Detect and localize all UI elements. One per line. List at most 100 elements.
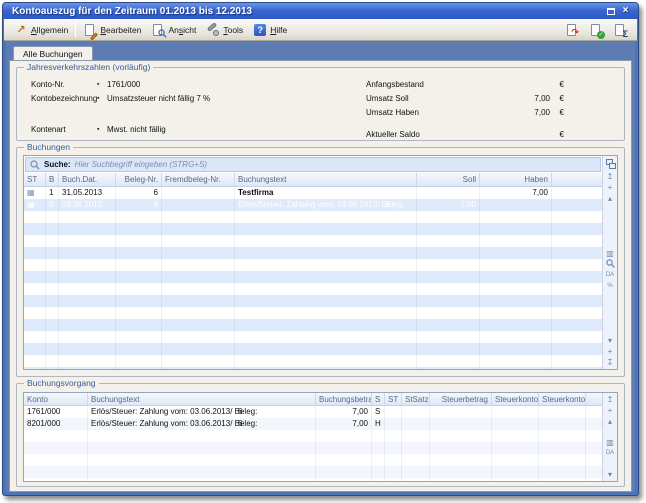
empty-booking-row[interactable] — [24, 223, 602, 235]
scroll-up-icon[interactable]: ▴ — [608, 193, 612, 204]
group-buchungsvorgang: Buchungsvorgang Konto Buchungstext Buchu… — [16, 383, 625, 487]
kontobezeichnung-value: Umsatzsteuer nicht fällig 7 % — [107, 94, 210, 103]
insert-row-icon[interactable]: + — [608, 405, 613, 416]
currency-symbol: € — [550, 94, 564, 103]
tab-bar: Alle Buchungen — [9, 44, 632, 60]
menu-hilfe[interactable]: ? Hilfe — [248, 21, 292, 39]
bookings-header-row[interactable]: ST B Buch.Dat. Beleg-Nr. Fremdbeleg-Nr. … — [24, 173, 602, 187]
window-title: Kontoauszug für den Zeitraum 01.2013 bis… — [12, 6, 252, 17]
search-bar[interactable]: Suche: Hier Suchbegriff eingeben (STRG+S… — [25, 157, 601, 172]
group-buchungen: Buchungen Suche: Hier Suchbegriff eingeb… — [16, 147, 625, 377]
title-bar[interactable]: Kontoauszug für den Zeitraum 01.2013 bis… — [3, 3, 638, 19]
empty-booking-row[interactable] — [24, 343, 602, 355]
menu-ansicht[interactable]: Ansicht — [146, 21, 201, 39]
goto-first-icon[interactable]: ↥ — [607, 171, 614, 182]
close-button[interactable]: × — [619, 5, 632, 17]
toolbar-ok-button[interactable]: ✓ — [584, 21, 608, 39]
restore-icon — [607, 8, 615, 15]
empty-transaction-row[interactable] — [24, 454, 602, 466]
konto-nr-value: 1761/000 — [107, 80, 140, 89]
empty-booking-row[interactable] — [24, 247, 602, 259]
empty-booking-row[interactable] — [24, 259, 602, 271]
field-bullet: ▪ — [97, 95, 107, 102]
app-window: Kontoauszug für den Zeitraum 01.2013 bis… — [2, 2, 639, 496]
column-chooser-icon[interactable] — [606, 159, 615, 168]
goto-last-icon[interactable]: ↧ — [607, 357, 614, 368]
empty-transaction-row[interactable] — [24, 430, 602, 442]
field-bullet: ▪ — [97, 126, 107, 133]
empty-transaction-row[interactable] — [24, 442, 602, 454]
tools-icon — [206, 23, 220, 37]
empty-booking-row[interactable] — [24, 331, 602, 343]
help-icon: ? — [253, 23, 267, 37]
insert-row-icon[interactable]: + — [608, 182, 613, 193]
toolbar-transfer-button[interactable]: ↷ — [560, 21, 584, 39]
sort-date-icon[interactable]: DA — [606, 448, 614, 459]
arrow-up-right-icon: ↗ — [14, 23, 28, 37]
empty-booking-row[interactable] — [24, 295, 602, 307]
booking-row-selected[interactable]: ▦ 0 03.06.2013 6 Erlös/Steuer: Zahlung v… — [24, 199, 602, 211]
ratio-icon[interactable]: % — [607, 281, 612, 292]
columns-icon[interactable]: ▥ — [606, 437, 614, 448]
empty-booking-row[interactable] — [24, 283, 602, 295]
transaction-side-toolbar: ↥ + ▴ ▥ DA ▾ — [602, 393, 617, 481]
field-konto-nr: Konto-Nr. ▪ 1761/000 — [31, 77, 366, 91]
empty-booking-row[interactable] — [24, 307, 602, 319]
search-input[interactable]: Hier Suchbegriff eingeben (STRG+S) — [75, 160, 207, 169]
menu-bearbeiten[interactable]: Bearbeiten — [78, 21, 146, 39]
empty-booking-row[interactable] — [24, 367, 602, 369]
currency-symbol: € — [550, 130, 564, 139]
field-anfangsbestand: Anfangsbestand € — [366, 77, 564, 91]
search-icon — [30, 160, 40, 170]
scroll-down-icon[interactable]: ▾ — [608, 335, 612, 346]
menu-bar: ↗ Allgemein Bearbeiten Ansicht Tools ? H… — [4, 19, 637, 41]
currency-symbol: € — [550, 80, 564, 89]
sort-date-icon[interactable]: DA — [606, 270, 614, 281]
edit-document-icon — [83, 23, 97, 37]
field-bullet: ▪ — [97, 81, 107, 88]
empty-booking-row[interactable] — [24, 319, 602, 331]
group-title: Buchungsvorgang — [24, 378, 99, 388]
append-row-icon[interactable]: + — [608, 346, 613, 357]
transaction-header-row[interactable]: Konto Buchungstext Buchungsbetrag S ST S… — [24, 393, 602, 406]
umsatz-soll-value: 7,00 — [498, 94, 550, 103]
document-sum-icon: Σ — [613, 23, 627, 37]
empty-booking-row[interactable] — [24, 271, 602, 283]
field-kontenart: Kontenart ▪ Mwst. nicht fällig — [31, 122, 366, 136]
empty-transaction-row[interactable] — [24, 466, 602, 478]
goto-first-icon[interactable]: ↥ — [607, 394, 614, 405]
field-kontobezeichnung: Kontobezeichnung ▪ Umsatzsteuer nicht fä… — [31, 91, 366, 105]
document-transfer-icon: ↷ — [565, 23, 579, 37]
transaction-row[interactable]: 8201/000 Erlös/Steuer: Zahlung vom: 03.0… — [24, 418, 602, 430]
search-label: Suche: — [44, 160, 71, 169]
menu-tools[interactable]: Tools — [201, 21, 248, 39]
columns-icon[interactable]: ▥ — [606, 248, 614, 259]
grid-row-icon: ▦ — [27, 200, 35, 209]
empty-transaction-row[interactable] — [24, 478, 602, 481]
restore-button[interactable] — [604, 5, 617, 17]
transaction-row[interactable]: 1761/000 Erlös/Steuer: Zahlung vom: 03.0… — [24, 406, 602, 418]
group-title: Buchungen — [24, 142, 73, 152]
menu-allgemein[interactable]: ↗ Allgemein — [9, 21, 73, 39]
empty-booking-row[interactable] — [24, 211, 602, 223]
content-area: Alle Buchungen Jahresverkehrszahlen (vor… — [6, 41, 635, 492]
booking-row[interactable]: ▦ 1 31.05.2013 6 Testfirma 7,00 — [24, 187, 602, 199]
magnifier-document-icon — [151, 23, 165, 37]
empty-booking-row[interactable] — [24, 235, 602, 247]
bookings-side-toolbar: ↥ + ▴ ▥ DA % ▾ + ↧ — [602, 156, 617, 369]
field-umsatz-haben: Umsatz Haben 7,00 € — [366, 105, 564, 119]
currency-symbol: € — [550, 108, 564, 117]
group-jahresverkehrszahlen: Jahresverkehrszahlen (vorläufig) Konto-N… — [16, 67, 625, 141]
umsatz-haben-value: 7,00 — [498, 108, 550, 117]
field-aktueller-saldo: Aktueller Saldo € — [366, 127, 564, 141]
toolbar-sum-button[interactable]: Σ — [608, 21, 632, 39]
tab-alle-buchungen[interactable]: Alle Buchungen — [13, 46, 93, 60]
group-title: Jahresverkehrszahlen (vorläufig) — [24, 62, 153, 72]
close-icon: × — [623, 6, 629, 16]
empty-booking-row[interactable] — [24, 355, 602, 367]
scroll-up-icon[interactable]: ▴ — [608, 416, 612, 427]
main-panel: Jahresverkehrszahlen (vorläufig) Konto-N… — [9, 60, 632, 492]
menu-separator — [75, 23, 76, 37]
scroll-down-icon[interactable]: ▾ — [608, 469, 612, 480]
zoom-icon[interactable] — [606, 259, 615, 270]
